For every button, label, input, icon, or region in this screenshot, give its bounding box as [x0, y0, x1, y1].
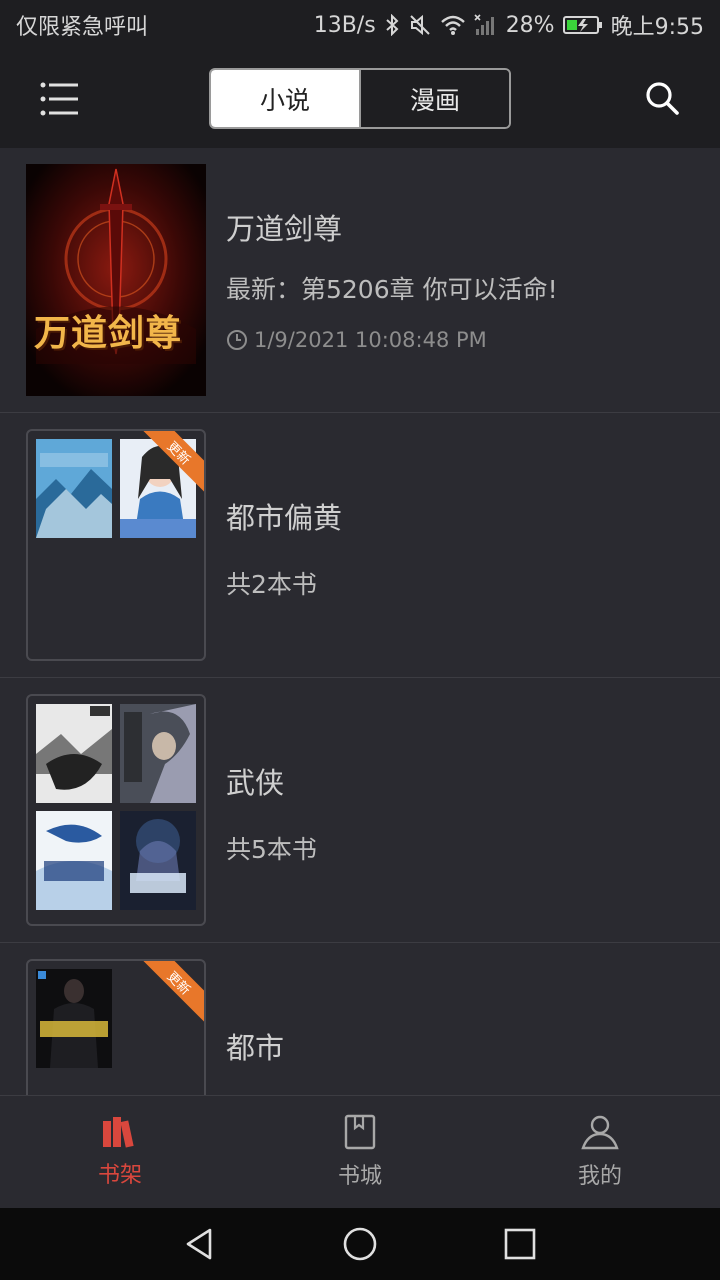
nav-bookstore[interactable]: 书城 [240, 1096, 480, 1208]
list-item[interactable]: 武侠 共5本书 [0, 678, 720, 943]
timestamp: 1/9/2021 10:08:48 PM [254, 328, 487, 352]
list-item[interactable]: 更新 都市 [0, 943, 720, 1095]
group-title: 都市偏黄 [226, 501, 343, 535]
network-speed: 13B/s [313, 12, 376, 38]
user-icon [581, 1115, 619, 1150]
group-title: 都市 [226, 1031, 285, 1065]
clock: 晚上9:55 [610, 15, 704, 40]
group-cover[interactable] [26, 694, 206, 926]
battery-icon [562, 14, 603, 36]
recents-button[interactable] [502, 1226, 538, 1262]
recents-icon [504, 1228, 536, 1260]
list-item[interactable]: 更新 都市偏黄 共2本书 [0, 413, 720, 678]
group-count: 共5本书 [226, 835, 317, 864]
bookshelf-list: 万道剑尊 万道剑尊 最新：第5206章 你可以活命! 1/9/2021 10:0… [0, 148, 720, 1095]
cover-title-art: 万道剑尊 [34, 312, 183, 354]
nav-profile-label: 我的 [577, 1164, 622, 1189]
search-button[interactable] [644, 80, 680, 116]
wifi-icon [440, 15, 465, 35]
back-icon [186, 1228, 212, 1260]
system-nav-bar [0, 1208, 720, 1280]
book-title: 万道剑尊 [226, 212, 343, 246]
mini-cover [36, 439, 112, 538]
nav-bookstore-label: 书城 [337, 1164, 382, 1189]
tab-comic[interactable]: 漫画 [359, 70, 509, 127]
home-button[interactable] [342, 1226, 378, 1262]
bottom-nav: 书架 书城 我的 [0, 1095, 720, 1208]
bookshelf-icon [103, 1117, 134, 1148]
back-button[interactable] [182, 1226, 218, 1262]
search-icon [646, 82, 679, 115]
mini-cover [36, 704, 112, 803]
status-bar: 仅限紧急呼叫 13B/s 28% 晚上9:55 [0, 0, 720, 50]
mini-cover [36, 811, 112, 910]
book-icon [344, 1114, 376, 1150]
latest-chapter: 最新：第5206章 你可以活命! [226, 275, 558, 304]
carrier-text: 仅限紧急呼叫 [16, 15, 149, 40]
menu-icon [40, 82, 78, 116]
book-cover[interactable]: 万道剑尊 [26, 164, 206, 396]
group-cover[interactable]: 更新 [26, 959, 206, 1095]
top-bar: 小说 漫画 [0, 50, 720, 148]
signal-icon [474, 14, 494, 35]
tab-novel[interactable]: 小说 [211, 70, 359, 127]
nav-bookshelf[interactable]: 书架 [0, 1096, 240, 1208]
clock-icon [227, 330, 247, 350]
bluetooth-icon [386, 14, 399, 36]
nav-profile[interactable]: 我的 [480, 1096, 720, 1208]
mini-cover [36, 969, 112, 1068]
list-item[interactable]: 万道剑尊 万道剑尊 最新：第5206章 你可以活命! 1/9/2021 10:0… [0, 148, 720, 413]
nav-bookshelf-label: 书架 [97, 1163, 142, 1188]
menu-button[interactable] [40, 81, 80, 117]
mini-cover [120, 811, 196, 910]
update-badge: 更新 [136, 961, 204, 1026]
mute-icon [409, 14, 430, 36]
group-count: 共2本书 [226, 570, 317, 599]
update-time: 1/9/2021 10:08:48 PM [226, 328, 487, 352]
home-icon [343, 1227, 377, 1261]
mini-cover [120, 704, 196, 803]
group-title: 武侠 [226, 766, 285, 800]
category-tabs: 小说 漫画 [209, 68, 511, 129]
status-icons: 13B/s 28% 晚上9:55 [314, 9, 704, 41]
group-cover[interactable]: 更新 [26, 429, 206, 661]
battery-percent: 28% [505, 12, 555, 38]
